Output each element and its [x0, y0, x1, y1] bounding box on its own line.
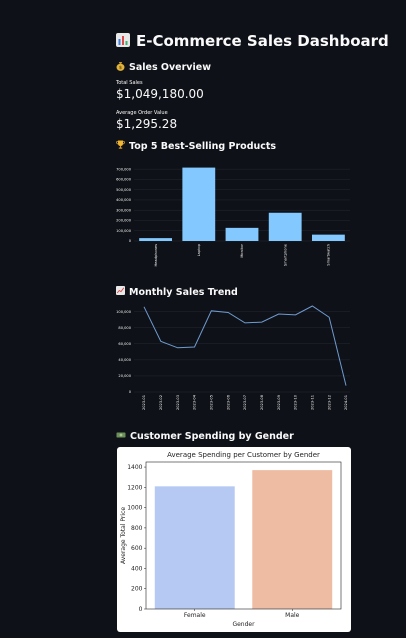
x-tick-label: Smartphone	[283, 243, 287, 266]
y-tick-label: 400,000	[116, 198, 132, 202]
x-tick-label: 2023-04	[193, 394, 197, 410]
money-icon	[116, 431, 126, 442]
y-tick-label: 200,000	[116, 219, 132, 223]
total-sales-value: $1,049,180.00	[116, 87, 204, 101]
y-tick-label: 800	[131, 525, 143, 532]
y-tick-label: 0	[129, 239, 132, 243]
monthly-trend-chart: 0 20,000 40,000 60,000 80,000 100,000 2023-01 2…	[116, 305, 350, 410]
x-tick-label: 2024-01	[344, 395, 348, 410]
y-tick-label: 500,000	[116, 188, 132, 192]
y-tick-label: 700,000	[116, 167, 132, 171]
x-tick-label: 2023-03	[176, 395, 180, 410]
x-tick-label: 2023-11	[311, 395, 315, 410]
x-tick-label: 2023-12	[327, 395, 331, 410]
gender-spending-heading: Customer Spending by Gender	[116, 431, 352, 442]
x-tick-label: Male	[285, 612, 300, 619]
top-products-heading: Top 5 Best-Selling Products	[116, 140, 352, 152]
x-tick-label: 2023-10	[294, 394, 298, 410]
page-title: E-Commerce Sales Dashboard	[116, 32, 389, 50]
x-tick-label: Female	[184, 612, 206, 619]
y-tick-label: 300,000	[116, 208, 132, 212]
avg-order-label: Average Order Value	[116, 110, 168, 116]
y-tick-label: 1200	[127, 484, 142, 491]
x-tick-label: Headphones	[154, 244, 158, 267]
y-axis-label: Average Total Price	[120, 507, 127, 564]
y-tick-label: 60,000	[118, 342, 131, 346]
x-tick-label: Smartwatch	[327, 244, 331, 266]
y-tick-label: 100,000	[116, 310, 132, 314]
x-tick-label: 2023-02	[159, 395, 163, 410]
x-tick-label: 2023-01	[142, 395, 146, 410]
y-tick-label: 200	[131, 586, 143, 593]
page-title-text: E-Commerce Sales Dashboard	[136, 32, 389, 50]
x-tick-label: Monitor	[240, 243, 244, 257]
monthly-trend-title: Monthly Sales Trend	[129, 286, 238, 298]
bar	[139, 238, 173, 241]
bar	[268, 212, 302, 241]
y-tick-label: 1400	[127, 464, 142, 471]
line-chart-icon	[116, 286, 125, 298]
y-tick-label: 40,000	[118, 358, 131, 362]
bar	[154, 486, 235, 609]
bar	[182, 167, 216, 241]
x-tick-label: 2023-08	[260, 394, 264, 410]
chart-title: Average Spending per Customer by Gender	[167, 451, 320, 459]
trophy-icon	[116, 140, 125, 152]
y-tick-label: 100,000	[116, 229, 132, 233]
sales-overview-heading: $ Sales Overview	[116, 61, 352, 74]
total-sales-label: Total Sales	[116, 80, 143, 86]
monthly-trend-heading: Monthly Sales Trend	[116, 286, 352, 298]
y-tick-label: 400	[131, 565, 143, 572]
gender-spending-title: Customer Spending by Gender	[130, 431, 294, 442]
gender-chart-card: Average Spending per Customer by Gender 0…	[117, 447, 351, 632]
y-tick-label: 0	[139, 606, 143, 613]
y-tick-label: 0	[129, 390, 132, 394]
x-tick-label: 2023-09	[277, 394, 281, 410]
svg-text:$: $	[119, 65, 122, 71]
top-products-title: Top 5 Best-Selling Products	[129, 140, 277, 152]
bar	[311, 234, 345, 241]
y-tick-label: 20,000	[118, 374, 131, 378]
trend-line	[143, 305, 347, 386]
x-tick-label: Laptop	[197, 243, 201, 256]
top-products-chart: 0 100,000 200,000 300,000 400,000 500,000 600,…	[116, 167, 350, 267]
avg-order-value: $1,295.28	[116, 117, 178, 131]
bar	[252, 470, 333, 609]
gender-spending-chart: Average Spending per Customer by Gender 0…	[120, 451, 342, 628]
y-tick-label: 600,000	[116, 178, 132, 182]
sales-overview-title: Sales Overview	[129, 62, 211, 73]
x-tick-label: 2023-05	[210, 395, 214, 410]
x-tick-label: 2023-07	[243, 395, 247, 410]
y-tick-label: 600	[131, 545, 143, 552]
money-bag-icon: $	[116, 61, 125, 74]
y-tick-label: 80,000	[118, 326, 131, 330]
y-tick-label: 1000	[127, 505, 142, 512]
x-tick-label: 2023-06	[226, 394, 230, 410]
bar	[225, 227, 259, 241]
bar-chart-icon	[116, 32, 130, 50]
x-axis-label: Gender	[232, 621, 255, 628]
